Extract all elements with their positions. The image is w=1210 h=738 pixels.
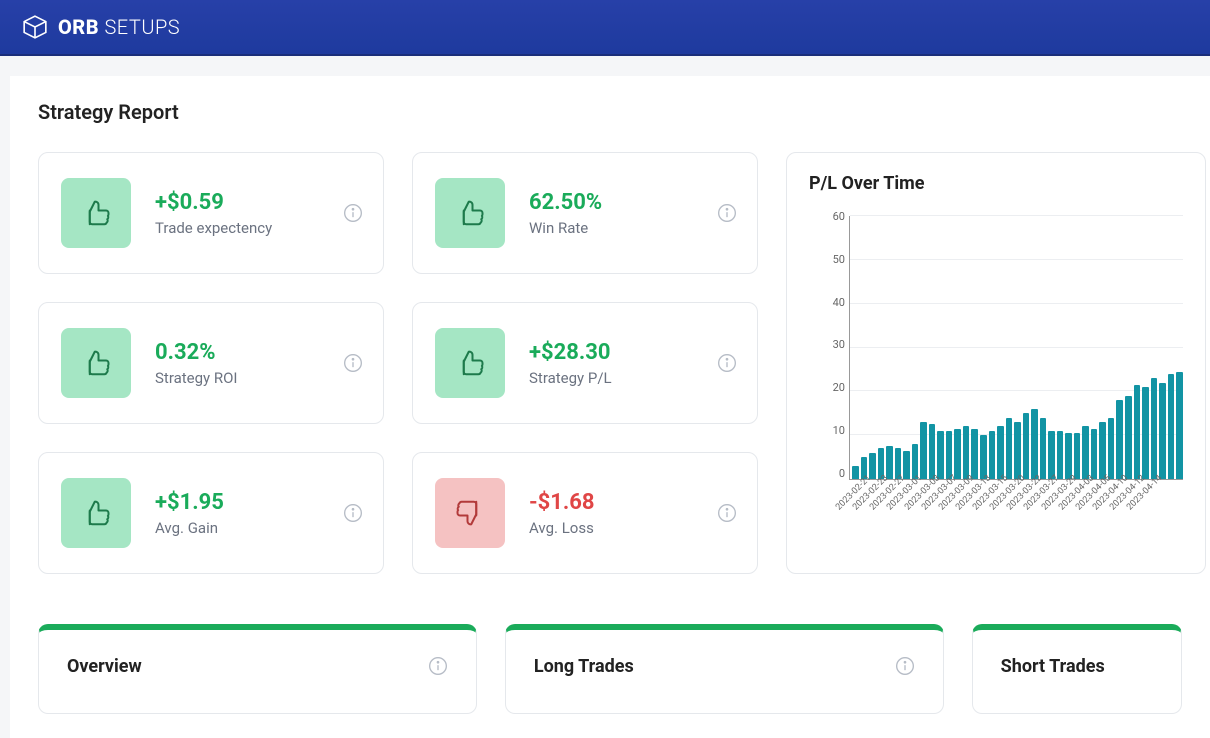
- chart-bar[interactable]: [1006, 418, 1013, 479]
- chart-bar[interactable]: [1014, 422, 1021, 479]
- panel-title: Short Trades: [1001, 656, 1105, 677]
- chart-bar[interactable]: [937, 431, 944, 479]
- chart-bar[interactable]: [1065, 433, 1072, 479]
- chart-bar[interactable]: [954, 429, 961, 479]
- stat-value: -$1.68: [529, 490, 595, 515]
- chart-area: 6050403020100 2023-02-212023-02-232023-0…: [809, 210, 1183, 530]
- bottom-panels: Overview Long Trades Short Trades: [38, 624, 1182, 714]
- thumbs-down-icon: [435, 478, 505, 548]
- stat-grid: +$0.59 Trade expectency 62.50% Win Rate: [38, 152, 758, 574]
- stat-card-strategy-pl: +$28.30 Strategy P/L: [412, 302, 758, 424]
- chart-bar[interactable]: [1074, 433, 1081, 479]
- chart-bar[interactable]: [1125, 396, 1132, 479]
- chart-bar[interactable]: [1023, 413, 1030, 479]
- chart-bar[interactable]: [903, 451, 910, 479]
- brand-text: ORB SETUPS: [58, 15, 180, 39]
- chart-bar[interactable]: [946, 431, 953, 479]
- chart-bar[interactable]: [920, 422, 927, 479]
- chart-bar[interactable]: [989, 431, 996, 479]
- info-icon[interactable]: [717, 353, 737, 373]
- thumbs-up-icon: [61, 178, 131, 248]
- panel-title: Long Trades: [534, 656, 634, 677]
- chart-bar[interactable]: [1082, 426, 1089, 479]
- chart-plot: [849, 216, 1183, 480]
- stat-value: +$1.95: [155, 490, 224, 515]
- info-icon[interactable]: [343, 353, 363, 373]
- chart-bar[interactable]: [1031, 409, 1038, 479]
- stat-value: 0.32%: [155, 340, 238, 365]
- chart-bar[interactable]: [1057, 431, 1064, 479]
- stat-card-avg-loss: -$1.68 Avg. Loss: [412, 452, 758, 574]
- chart-bar[interactable]: [1151, 378, 1158, 479]
- stat-value: +$0.59: [155, 190, 272, 215]
- stat-card-win-rate: 62.50% Win Rate: [412, 152, 758, 274]
- chart-bar[interactable]: [852, 466, 859, 479]
- stat-label: Avg. Gain: [155, 519, 224, 537]
- chart-bar[interactable]: [1040, 418, 1047, 479]
- chart-bar[interactable]: [1116, 400, 1123, 479]
- stat-label: Avg. Loss: [529, 519, 595, 537]
- stat-card-strategy-roi: 0.32% Strategy ROI: [38, 302, 384, 424]
- chart-bar[interactable]: [886, 446, 893, 479]
- chart-bar[interactable]: [1091, 429, 1098, 479]
- stat-card-trade-expectency: +$0.59 Trade expectency: [38, 152, 384, 274]
- chart-bar[interactable]: [1099, 422, 1106, 479]
- chart-bar[interactable]: [1048, 431, 1055, 479]
- chart-x-axis: 2023-02-212023-02-232023-02-272023-03-01…: [849, 480, 1183, 530]
- stat-label: Trade expectency: [155, 219, 272, 237]
- stat-value: +$28.30: [529, 340, 612, 365]
- panel-short-trades[interactable]: Short Trades: [972, 624, 1182, 714]
- chart-bar[interactable]: [1134, 385, 1141, 479]
- chart-bar[interactable]: [963, 426, 970, 479]
- chart-bar[interactable]: [929, 424, 936, 479]
- main-content: Strategy Report +$0.59 Trade expectency: [10, 76, 1210, 738]
- chart-bar[interactable]: [1142, 387, 1149, 479]
- app-header: ORB SETUPS: [0, 0, 1210, 56]
- chart-title: P/L Over Time: [809, 173, 1183, 194]
- thumbs-up-icon: [435, 178, 505, 248]
- panel-long-trades[interactable]: Long Trades: [505, 624, 944, 714]
- info-icon[interactable]: [717, 503, 737, 523]
- stat-card-avg-gain: +$1.95 Avg. Gain: [38, 452, 384, 574]
- stat-label: Strategy ROI: [155, 369, 238, 387]
- panel-overview[interactable]: Overview: [38, 624, 477, 714]
- info-icon[interactable]: [343, 203, 363, 223]
- chart-bar[interactable]: [1168, 374, 1175, 479]
- chart-y-axis: 6050403020100: [809, 210, 845, 480]
- info-icon[interactable]: [343, 503, 363, 523]
- cube-icon: [22, 14, 48, 40]
- chart-bar[interactable]: [971, 429, 978, 479]
- pl-over-time-chart: P/L Over Time 6050403020100 2023-02-2120…: [786, 152, 1206, 574]
- info-icon[interactable]: [428, 656, 448, 676]
- brand-logo[interactable]: ORB SETUPS: [22, 14, 180, 40]
- chart-bar[interactable]: [869, 453, 876, 479]
- stat-label: Win Rate: [529, 219, 602, 237]
- thumbs-up-icon: [61, 328, 131, 398]
- info-icon[interactable]: [895, 656, 915, 676]
- chart-bar[interactable]: [1176, 372, 1183, 479]
- stat-label: Strategy P/L: [529, 369, 612, 387]
- thumbs-up-icon: [61, 478, 131, 548]
- panel-title: Overview: [67, 656, 142, 677]
- stat-value: 62.50%: [529, 190, 602, 215]
- page-title: Strategy Report: [38, 100, 1182, 124]
- chart-bar[interactable]: [997, 426, 1004, 479]
- chart-bar[interactable]: [1108, 418, 1115, 479]
- info-icon[interactable]: [717, 203, 737, 223]
- chart-bar[interactable]: [1159, 383, 1166, 479]
- thumbs-up-icon: [435, 328, 505, 398]
